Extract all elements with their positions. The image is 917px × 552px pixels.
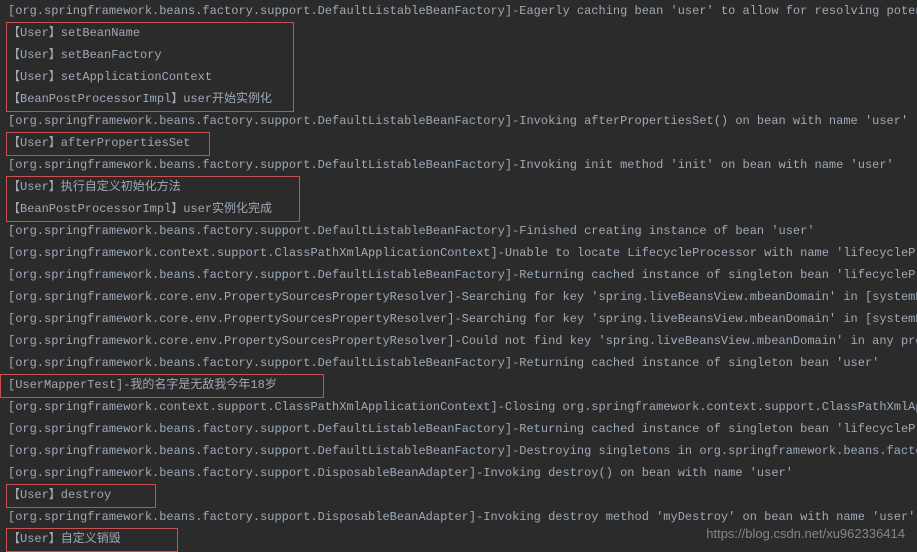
log-line: [org.springframework.beans.factory.suppo… [0, 110, 917, 132]
log-line: [org.springframework.beans.factory.suppo… [0, 0, 917, 22]
log-line: [org.springframework.beans.factory.suppo… [0, 220, 917, 242]
log-line: 【BeanPostProcessorImpl】user实例化完成 [0, 198, 917, 220]
log-line: [org.springframework.beans.factory.suppo… [0, 154, 917, 176]
log-line: [org.springframework.core.env.PropertySo… [0, 308, 917, 330]
log-line: [org.springframework.beans.factory.suppo… [0, 440, 917, 462]
log-line: 【User】setBeanFactory [0, 44, 917, 66]
console-output: [org.springframework.beans.factory.suppo… [0, 0, 917, 550]
log-line: [org.springframework.beans.factory.suppo… [0, 264, 917, 286]
log-line: [org.springframework.beans.factory.suppo… [0, 462, 917, 484]
log-line: [org.springframework.beans.factory.suppo… [0, 418, 917, 440]
log-line: 【User】setApplicationContext [0, 66, 917, 88]
log-line: [org.springframework.core.env.PropertySo… [0, 330, 917, 352]
log-line: 【User】执行自定义初始化方法 [0, 176, 917, 198]
log-line: 【User】destroy [0, 484, 917, 506]
log-line: [org.springframework.core.env.PropertySo… [0, 286, 917, 308]
log-line: [org.springframework.context.support.Cla… [0, 396, 917, 418]
log-line: 【User】afterPropertiesSet [0, 132, 917, 154]
log-line: [org.springframework.beans.factory.suppo… [0, 352, 917, 374]
log-line: 【BeanPostProcessorImpl】user开始实例化 [0, 88, 917, 110]
watermark: https://blog.csdn.net/xu962336414 [706, 523, 905, 545]
log-line: [UserMapperTest]-我的名字是无敌我今年18岁 [0, 374, 917, 396]
log-line: 【User】setBeanName [0, 22, 917, 44]
log-line: [org.springframework.context.support.Cla… [0, 242, 917, 264]
